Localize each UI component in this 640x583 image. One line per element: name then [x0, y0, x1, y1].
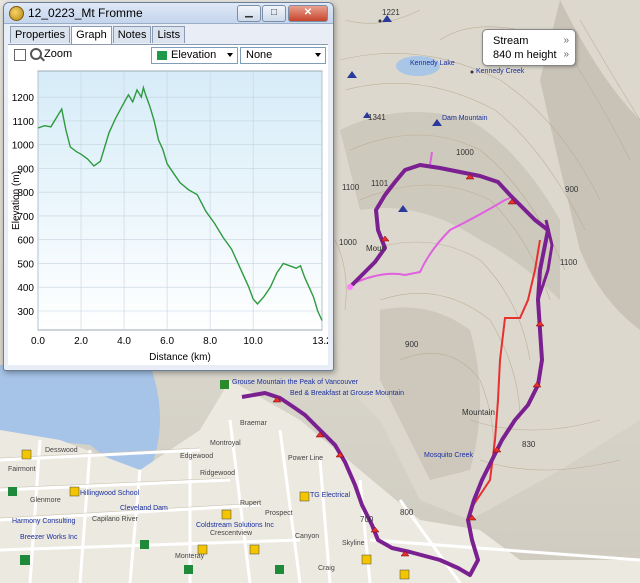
- y-tick-label: 500: [17, 259, 34, 270]
- x-tick-label: 2.0: [74, 336, 88, 347]
- contour-label: 700: [360, 515, 374, 524]
- contour-label: 800: [400, 508, 414, 517]
- tab-graph[interactable]: Graph: [71, 26, 112, 44]
- callout-expand-icon[interactable]: »: [563, 49, 569, 60]
- series-color-swatch: [157, 51, 167, 60]
- zoom-checkbox[interactable]: [14, 49, 26, 61]
- contour-label: 1000: [339, 238, 357, 247]
- callout-subtitle: 840 m height: [493, 49, 557, 61]
- mountain-label: Mountain: [462, 408, 495, 417]
- cleveland-dam-label: Cleveland Dam: [120, 505, 168, 512]
- tab-properties[interactable]: Properties: [10, 26, 71, 43]
- canyon-label: Canyon: [295, 533, 320, 540]
- hillingwood-label: Hillingwood School: [80, 490, 140, 497]
- map-callout[interactable]: Stream » 840 m height »: [482, 29, 576, 66]
- braemar-label: Braemar: [240, 420, 267, 427]
- window-title: 12_0223_Mt Fromme: [28, 6, 143, 20]
- contour-label: 1101: [371, 179, 389, 188]
- app-icon: [9, 6, 24, 21]
- capilano-river-label: Capilano River: [92, 516, 138, 523]
- chevron-down-icon: [315, 53, 321, 57]
- contour-label: 900: [565, 185, 579, 194]
- glenmore-label: Glenmore: [30, 497, 61, 504]
- solutions-label: Coldstream Solutions Inc: [196, 522, 274, 529]
- y-tick-label: 1200: [12, 93, 35, 104]
- y-axis-label: Elevation (m): [11, 171, 22, 230]
- y-tick-label: 300: [17, 307, 34, 318]
- ridgewood-label: Ridgewood: [200, 470, 236, 477]
- tab-lists[interactable]: Lists: [152, 26, 186, 43]
- overlay-select[interactable]: None: [240, 47, 326, 64]
- grouse-label: Grouse Mountain the Peak of Vancouver: [232, 379, 358, 386]
- x-tick-label: 0.0: [31, 336, 45, 347]
- magnifier-icon: [30, 48, 42, 60]
- graph-toolbar: Zoom Elevation None: [8, 44, 328, 65]
- series-select[interactable]: Elevation: [151, 47, 238, 64]
- window-titlebar[interactable]: 12_0223_Mt Fromme ▁ □ ✕: [4, 3, 333, 24]
- tab-notes[interactable]: Notes: [112, 26, 152, 43]
- contour-label: 900: [405, 340, 419, 349]
- monteray-label: Monteray: [175, 553, 205, 560]
- maximize-button[interactable]: □: [262, 5, 286, 22]
- skyline-label: Skyline: [342, 540, 365, 547]
- minimize-button[interactable]: ▁: [237, 5, 261, 22]
- harmony-label: Harmony Consulting: [12, 518, 76, 525]
- mount-label: Moun: [366, 244, 387, 253]
- start-point: [347, 284, 353, 290]
- y-tick-label: 1000: [12, 141, 35, 152]
- callout-expand-icon[interactable]: »: [563, 35, 569, 46]
- dam-mountain-label: Dam Mountain: [442, 115, 488, 122]
- contour-label: 1221: [382, 8, 400, 17]
- x-tick-label: 10.0: [243, 336, 263, 347]
- y-tick-label: 400: [17, 283, 34, 294]
- kennedy-lake-label: Kennedy Lake: [410, 60, 455, 67]
- tgc-label: TG Electrical: [310, 492, 351, 499]
- contour-label: 1341: [368, 113, 386, 122]
- mosquito-creek-label: Mosquito Creek: [424, 452, 474, 459]
- elevation-graph[interactable]: 300 400 500 600 700 800 900 1000 1100 1200 0.0 2.0 4…: [8, 65, 332, 365]
- chevron-down-icon: [227, 53, 233, 57]
- x-tick-label: 4.0: [117, 336, 131, 347]
- edgewood-label: Edgewood: [180, 453, 214, 460]
- x-tick-label: 6.0: [160, 336, 174, 347]
- elevation-chart: 3004005006007008009001000110012000.0 2.0 4…: [11, 70, 332, 363]
- montroyal-label: Montroyal: [210, 440, 241, 447]
- series-select-value: Elevation: [171, 49, 217, 61]
- rupert-label: Rupert: [240, 500, 262, 507]
- powerline-label: Power Line: [288, 455, 324, 462]
- y-tick-label: 600: [17, 236, 34, 247]
- tab-bar: Properties Graph Notes Lists: [10, 26, 186, 44]
- crescentview-label: Crescentview: [210, 530, 253, 537]
- contour-label: 1000: [456, 148, 474, 157]
- contour-label: 1100: [560, 258, 578, 267]
- contour-label: 1100: [342, 183, 360, 192]
- brewery-label: Breezer Works Inc: [20, 534, 78, 541]
- craig-label: Craig: [318, 565, 335, 572]
- plot-area: [37, 70, 323, 331]
- track-properties-window: 12_0223_Mt Fromme ▁ □ ✕ Properties Graph…: [3, 2, 334, 371]
- callout-title: Stream: [493, 35, 529, 47]
- desswood-label: Desswood: [45, 447, 78, 454]
- prospect-label: Prospect: [265, 510, 293, 517]
- x-tick-label: 13.2: [312, 336, 328, 347]
- y-tick-label: 1100: [12, 117, 34, 128]
- overlay-select-value: None: [246, 49, 273, 61]
- bnb-label: Bed & Breakfast at Grouse Mountain: [290, 390, 405, 397]
- x-tick-label: 8.0: [203, 336, 217, 347]
- zoom-label: Zoom: [44, 48, 73, 60]
- contour-label: 830: [522, 440, 536, 449]
- fairmont-label: Fairmont: [8, 466, 36, 473]
- kennedy-creek-label: Kennedy Creek: [476, 68, 525, 75]
- close-button[interactable]: ✕: [288, 5, 328, 22]
- x-axis-label: Distance (km): [149, 352, 211, 363]
